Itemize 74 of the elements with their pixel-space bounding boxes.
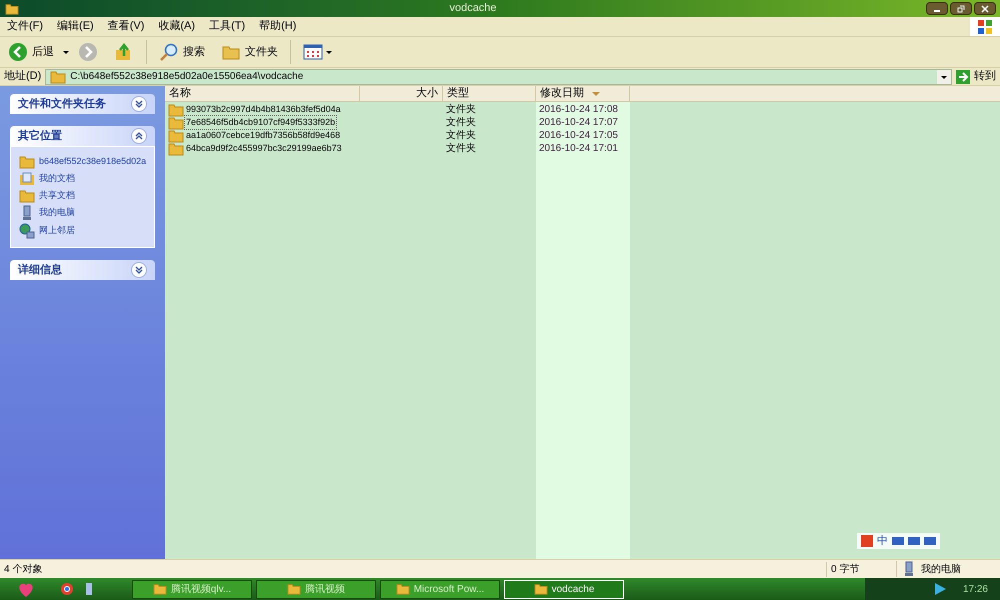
place-link[interactable]: 网上邻居 [39, 224, 75, 238]
pane-header[interactable]: 文件和文件夹任务 [10, 94, 155, 114]
folder-icon [152, 583, 167, 595]
dropdown-caret-icon[interactable] [62, 48, 70, 56]
pane-header[interactable]: 其它位置 [10, 126, 155, 146]
folder-icon [396, 583, 410, 595]
menu-item[interactable]: 帮助(H) [252, 18, 304, 35]
status-text: 4 个对象 [4, 562, 44, 576]
window-title: vodcache [449, 1, 497, 16]
place-link[interactable]: 我的电脑 [39, 206, 75, 220]
table-cell-text: 2016-10-24 17:07 [539, 116, 618, 130]
browser-icon[interactable] [60, 582, 74, 596]
windows-logo-icon [970, 17, 1000, 36]
sort-arrow-icon [592, 90, 600, 98]
restore-icon [957, 4, 965, 12]
menu-item[interactable]: 查看(V) [100, 18, 152, 35]
globe-computer-icon [19, 223, 35, 239]
file-name[interactable]: 7e68546f5db4cb9107cf949f5333f92b [184, 114, 338, 130]
table-cell-text: 2016-10-24 17:05 [539, 129, 618, 143]
back-button[interactable]: 后退 [8, 42, 54, 62]
dropdown-caret-icon[interactable] [937, 70, 951, 84]
search-button[interactable]: 搜索 [159, 42, 205, 62]
folder-icon [4, 2, 20, 14]
place-link[interactable]: 共享文档 [39, 189, 75, 203]
column-header[interactable]: 大小 [360, 86, 443, 101]
menu-item[interactable]: 编辑(E) [50, 18, 101, 35]
address-field[interactable]: C:\b648ef552c38e918e5d02a0e15506ea4\vodcache [45, 68, 952, 84]
play-icon[interactable] [932, 582, 947, 596]
folder-icon [168, 116, 184, 130]
views-button[interactable] [303, 44, 333, 60]
menu-item[interactable]: 工具(T) [202, 18, 252, 35]
column-header[interactable]: 类型 [443, 86, 536, 101]
clock: 17:26 [962, 582, 988, 596]
file-name[interactable]: aa1a0607cebce19dfb7356b58fd9e468 [184, 128, 342, 144]
pane-header[interactable]: 详细信息 [10, 260, 155, 280]
close-icon [981, 4, 989, 12]
expand-icon[interactable] [131, 96, 147, 112]
place-link[interactable]: b648ef552c38e918e5d02a [39, 155, 146, 169]
ime-mode[interactable]: 中 [877, 532, 888, 550]
folder-icon [19, 189, 35, 203]
table-cell-text: 2016-10-24 17:08 [539, 103, 618, 117]
folders-button[interactable]: 文件夹 [221, 42, 278, 62]
menu-item[interactable]: 收藏(A) [151, 18, 202, 35]
caret-icon [325, 48, 333, 56]
restore-button[interactable] [950, 2, 972, 15]
table-cell-text: 文件夹 [446, 102, 476, 116]
table-cell-text: 文件夹 [446, 116, 476, 130]
expand-icon[interactable] [131, 262, 147, 278]
close-button[interactable] [974, 2, 996, 15]
file-name[interactable]: 64bca9d9f2c455997bc3c29199ae6b73 [184, 140, 344, 156]
table-cell-text: 文件夹 [446, 142, 476, 156]
file-name[interactable]: 993073b2c997d4b4b81436b3fef5d04a [184, 102, 343, 118]
column-header[interactable]: 修改日期 [536, 86, 630, 101]
menu-item[interactable]: 文件(F) [0, 18, 50, 35]
folder-icon [534, 583, 548, 595]
status-text: 0 字节 [826, 562, 896, 576]
table-cell-text: 文件夹 [446, 128, 476, 142]
go-button[interactable]: 转到 [952, 68, 1000, 85]
table-cell-text: 2016-10-24 17:01 [539, 142, 618, 156]
status-text: 我的电脑 [921, 562, 961, 576]
folder-icon [19, 155, 35, 169]
folder-icon [168, 142, 184, 156]
column-header[interactable]: 名称 [165, 86, 360, 101]
taskbar-button[interactable]: vodcache [504, 580, 624, 598]
folder-icon [168, 128, 184, 142]
folder-icon [287, 583, 301, 595]
go-arrow-icon [956, 70, 970, 84]
search-icon [159, 42, 179, 62]
collapse-icon[interactable] [131, 128, 147, 144]
place-link[interactable]: 我的文档 [39, 172, 75, 186]
address-label: 地址(D) [4, 69, 42, 84]
views-icon [303, 44, 323, 60]
minimize-button[interactable] [926, 2, 948, 15]
document-folder-icon [19, 171, 35, 187]
